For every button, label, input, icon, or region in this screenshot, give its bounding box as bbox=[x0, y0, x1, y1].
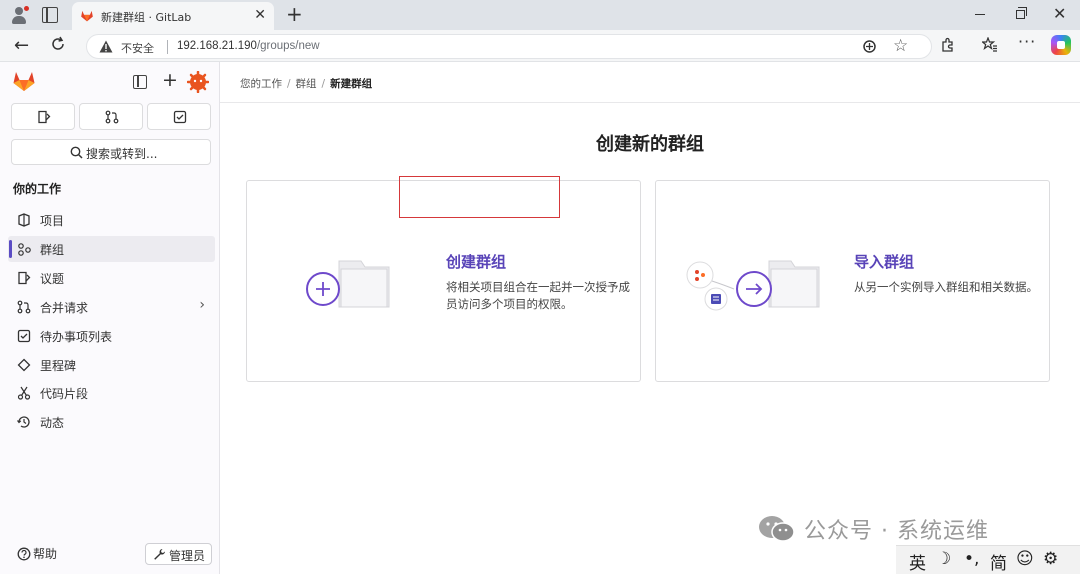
gitlab-logo-icon[interactable] bbox=[12, 70, 36, 92]
page-title: 创建新的群组 bbox=[596, 134, 704, 155]
merge-requests-button[interactable] bbox=[79, 103, 143, 130]
user-avatar-icon[interactable] bbox=[187, 71, 209, 93]
chevron-right-icon: › bbox=[199, 297, 205, 313]
create-new-icon[interactable]: + bbox=[162, 69, 178, 91]
punctuation-icon[interactable]: •, bbox=[964, 549, 979, 569]
sidebar-item-issues[interactable]: 议题 bbox=[8, 265, 215, 291]
extensions-icon[interactable] bbox=[940, 37, 955, 52]
milestone-icon bbox=[17, 358, 31, 372]
translate-icon[interactable] bbox=[862, 39, 877, 54]
merge-request-icon bbox=[105, 110, 119, 124]
breadcrumb: 您的工作 / 群组 / 新建群组 bbox=[240, 78, 373, 90]
emoji-icon[interactable]: ☺ bbox=[1016, 549, 1034, 569]
assigned-issues-button[interactable] bbox=[11, 103, 75, 130]
favorites-list-icon[interactable] bbox=[982, 37, 998, 52]
wechat-logo-icon bbox=[759, 516, 795, 542]
tab-actions-icon[interactable] bbox=[42, 7, 58, 23]
sidebar-item-projects[interactable]: 项目 bbox=[8, 207, 215, 233]
sidebar: + 搜索或转到... 你的工作 项目 群组 议题 合并请求 › 待办事项列表 里… bbox=[0, 62, 220, 574]
warning-icon bbox=[99, 40, 113, 53]
breadcrumb-your-work[interactable]: 您的工作 bbox=[240, 78, 282, 90]
reload-icon[interactable] bbox=[50, 36, 66, 52]
search-button[interactable]: 搜索或转到... bbox=[11, 139, 211, 165]
settings-gear-icon[interactable]: ⚙ bbox=[1043, 549, 1058, 569]
moon-icon[interactable]: ☽ bbox=[936, 549, 951, 569]
new-tab-button[interactable]: + bbox=[286, 2, 303, 26]
import-group-title[interactable]: 导入群组 bbox=[854, 251, 914, 272]
wrench-icon bbox=[154, 549, 165, 560]
restore-icon[interactable] bbox=[1016, 7, 1027, 19]
sidebar-item-todo[interactable]: 待办事项列表 bbox=[8, 323, 215, 349]
browser-toolbar: ← 不安全 192.168.21.190/groups/new ☆ ··· bbox=[0, 30, 1080, 62]
browser-tab-active[interactable]: 新建群组 · GitLab ✕ bbox=[72, 2, 274, 30]
sidebar-item-label: 议题 bbox=[40, 272, 65, 286]
project-icon bbox=[18, 213, 30, 227]
profile-avatar-icon[interactable] bbox=[10, 6, 29, 24]
todo-icon bbox=[17, 329, 31, 343]
create-group-title[interactable]: 创建群组 bbox=[446, 251, 506, 272]
sidebar-item-label: 待办事项列表 bbox=[40, 330, 113, 344]
sidebar-item-label: 合并请求 bbox=[40, 301, 89, 315]
sidebar-item-label: 动态 bbox=[40, 416, 65, 430]
sidebar-item-label: 群组 bbox=[40, 243, 65, 257]
issues-icon bbox=[38, 110, 51, 124]
your-work-heading: 你的工作 bbox=[13, 182, 62, 196]
folder-plus-illustration-icon bbox=[306, 260, 390, 308]
minimize-icon[interactable] bbox=[975, 14, 985, 16]
favorite-star-icon[interactable]: ☆ bbox=[893, 36, 908, 56]
sidebar-item-label: 代码片段 bbox=[40, 387, 89, 401]
sidebar-item-groups[interactable]: 群组 bbox=[8, 236, 215, 262]
activity-icon bbox=[17, 416, 30, 428]
window-close-icon[interactable]: ✕ bbox=[1053, 5, 1066, 23]
help-icon bbox=[17, 547, 31, 561]
import-illustration-icon bbox=[686, 260, 820, 311]
todo-icon bbox=[173, 110, 187, 124]
sidebar-toggle-icon[interactable] bbox=[133, 75, 147, 89]
todo-list-button[interactable] bbox=[147, 103, 211, 130]
ime-toolbar: 英 ☽ •, 简 ☺ ⚙ bbox=[896, 545, 1080, 574]
tab-close-icon[interactable]: ✕ bbox=[254, 7, 266, 23]
sidebar-item-label: 项目 bbox=[40, 214, 65, 228]
ime-simplified-toggle[interactable]: 简 bbox=[990, 549, 1007, 574]
snippet-icon bbox=[17, 386, 31, 400]
sidebar-item-snippets[interactable]: 代码片段 bbox=[8, 380, 215, 406]
merge-request-icon bbox=[17, 300, 31, 314]
back-arrow-icon[interactable]: ← bbox=[14, 35, 29, 56]
browser-tab-bar: 新建群组 · GitLab ✕ + ✕ bbox=[0, 0, 1080, 30]
admin-button[interactable]: 管理员 bbox=[145, 543, 212, 565]
annotation-highlight-box bbox=[399, 176, 560, 218]
group-icon bbox=[18, 243, 31, 256]
gitlab-app: + 搜索或转到... 你的工作 项目 群组 议题 合并请求 › 待办事项列表 里… bbox=[0, 62, 1080, 574]
issues-icon bbox=[18, 271, 31, 285]
import-group-card[interactable]: 导入群组 从另一个实例导入群组和相关数据。 bbox=[655, 180, 1050, 382]
breadcrumb-new-group[interactable]: 新建群组 bbox=[330, 78, 372, 90]
sidebar-item-activity[interactable]: 动态 bbox=[8, 409, 215, 435]
create-group-description: 将相关项目组合在一起并一次授予成员访问多个项目的权限。 bbox=[446, 280, 630, 311]
copilot-icon[interactable] bbox=[1051, 35, 1071, 55]
wechat-watermark: 公众号 · 系统运维 bbox=[758, 513, 989, 545]
breadcrumb-divider bbox=[220, 102, 1080, 103]
gitlab-favicon-icon bbox=[81, 10, 93, 22]
tab-title: 新建群组 · GitLab bbox=[101, 11, 192, 24]
watermark-text: 公众号 · 系统运维 bbox=[804, 519, 989, 544]
admin-label: 管理员 bbox=[169, 549, 206, 563]
help-label: 帮助 bbox=[33, 547, 58, 561]
help-button[interactable]: 帮助 bbox=[17, 545, 57, 562]
sidebar-item-label: 里程碑 bbox=[40, 359, 77, 373]
more-menu-icon[interactable]: ··· bbox=[1018, 32, 1036, 51]
security-status[interactable]: 不安全 bbox=[121, 40, 154, 56]
sidebar-item-milestones[interactable]: 里程碑 bbox=[8, 352, 215, 378]
search-label: 搜索或转到... bbox=[86, 147, 158, 161]
breadcrumb-groups[interactable]: 群组 bbox=[296, 78, 317, 90]
import-group-description: 从另一个实例导入群组和相关数据。 bbox=[854, 280, 1038, 294]
search-icon bbox=[70, 146, 83, 159]
address-bar[interactable]: 不安全 192.168.21.190/groups/new ☆ bbox=[86, 34, 932, 59]
url-separator bbox=[167, 40, 168, 54]
sidebar-item-merge-requests[interactable]: 合并请求 › bbox=[8, 294, 215, 320]
ime-language-toggle[interactable]: 英 bbox=[909, 549, 926, 574]
url-text[interactable]: 192.168.21.190/groups/new bbox=[177, 40, 320, 52]
